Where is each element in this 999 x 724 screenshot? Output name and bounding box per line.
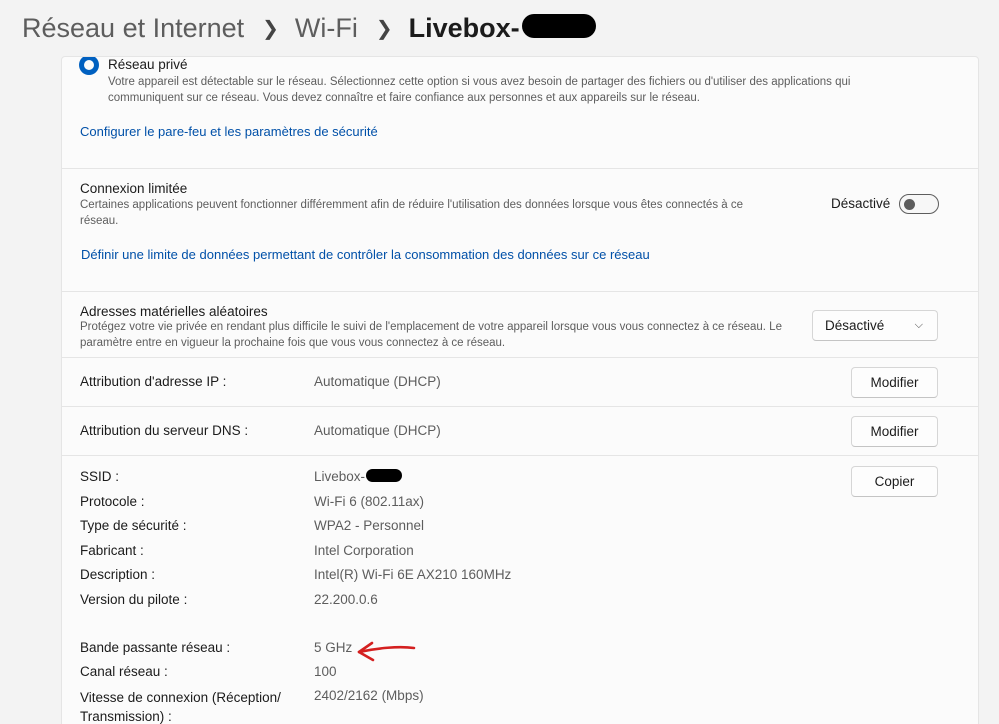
random-mac-description: Protégez votre vie privée en rendant plu… — [80, 321, 782, 349]
breadcrumb-network-internet[interactable]: Réseau et Internet — [22, 13, 244, 44]
divider — [62, 291, 978, 292]
edit-dns-button[interactable]: Modifier — [851, 416, 938, 447]
link-speed-label-line1: Vitesse de connexion (Réception/ — [80, 690, 281, 705]
edit-ip-button[interactable]: Modifier — [851, 367, 938, 398]
network-channel-value: 100 — [314, 664, 337, 679]
toggle-knob — [904, 199, 915, 210]
breadcrumb-wifi[interactable]: Wi-Fi — [295, 13, 358, 44]
link-speed-value: 2402/2162 (Mbps) — [314, 688, 424, 703]
redaction-mark — [521, 14, 596, 38]
divider — [62, 168, 978, 169]
chevron-down-icon: ⌵ — [914, 319, 923, 331]
metered-connection-description: Certaines applications peuvent fonctionn… — [80, 199, 743, 227]
private-network-radio[interactable] — [79, 57, 99, 75]
network-band-value: 5 GHz — [314, 640, 353, 655]
chevron-right-icon: ❯ — [262, 17, 279, 40]
random-mac-selected-value: Désactivé — [825, 318, 885, 333]
copy-properties-button[interactable]: Copier — [851, 466, 938, 497]
link-speed-label-line2: Transmission) : — [80, 709, 172, 724]
annotation-arrow-icon — [357, 641, 416, 662]
driver-version-value: 22.200.0.6 — [314, 592, 378, 607]
network-channel-label: Canal réseau : — [80, 664, 168, 679]
dns-assignment-label: Attribution du serveur DNS : — [80, 423, 249, 438]
redaction-mark — [366, 469, 403, 483]
divider — [62, 455, 978, 456]
manufacturer-label: Fabricant : — [80, 543, 144, 558]
ssid-value: Livebox- — [314, 469, 366, 484]
random-mac-dropdown[interactable]: Désactivé ⌵ — [812, 310, 938, 341]
ip-assignment-value: Automatique (DHCP) — [314, 374, 441, 389]
description-value: Intel(R) Wi-Fi 6E AX210 160MHz — [314, 567, 512, 582]
description-label: Description : — [80, 567, 156, 582]
divider — [62, 406, 978, 407]
manufacturer-value: Intel Corporation — [314, 543, 414, 558]
metered-connection-toggle[interactable] — [899, 194, 939, 214]
breadcrumb: Réseau et Internet ❯ Wi-Fi ❯ Livebox- — [22, 8, 596, 48]
ssid-label: SSID : — [80, 469, 120, 484]
driver-version-label: Version du pilote : — [80, 592, 188, 607]
divider — [62, 357, 978, 358]
ssid-value-row: Livebox- — [314, 469, 403, 484]
metered-toggle-state: Désactivé — [831, 196, 891, 211]
metered-connection-title: Connexion limitée — [80, 181, 188, 196]
private-network-label: Réseau privé — [108, 57, 188, 72]
protocol-value: Wi-Fi 6 (802.11ax) — [314, 494, 425, 509]
private-network-description: Votre appareil est détectable sur le rés… — [108, 76, 851, 104]
security-type-value: WPA2 - Personnel — [314, 518, 425, 533]
ip-assignment-label: Attribution d'adresse IP : — [80, 374, 227, 389]
network-properties-panel: Réseau privé Votre appareil est détectab… — [61, 56, 979, 724]
page-title: Livebox- — [408, 12, 520, 43]
data-limit-link[interactable]: Définir une limite de données permettant… — [81, 247, 650, 262]
protocol-label: Protocole : — [80, 494, 145, 509]
chevron-right-icon: ❯ — [375, 17, 393, 40]
security-type-label: Type de sécurité : — [80, 518, 187, 533]
firewall-settings-link[interactable]: Configurer le pare-feu et les paramètres… — [80, 124, 378, 139]
link-speed-label: Vitesse de connexion (Réception/ Transmi… — [80, 688, 281, 724]
dns-assignment-value: Automatique (DHCP) — [314, 423, 441, 438]
network-band-label: Bande passante réseau : — [80, 640, 231, 655]
random-mac-title: Adresses matérielles aléatoires — [80, 304, 268, 319]
